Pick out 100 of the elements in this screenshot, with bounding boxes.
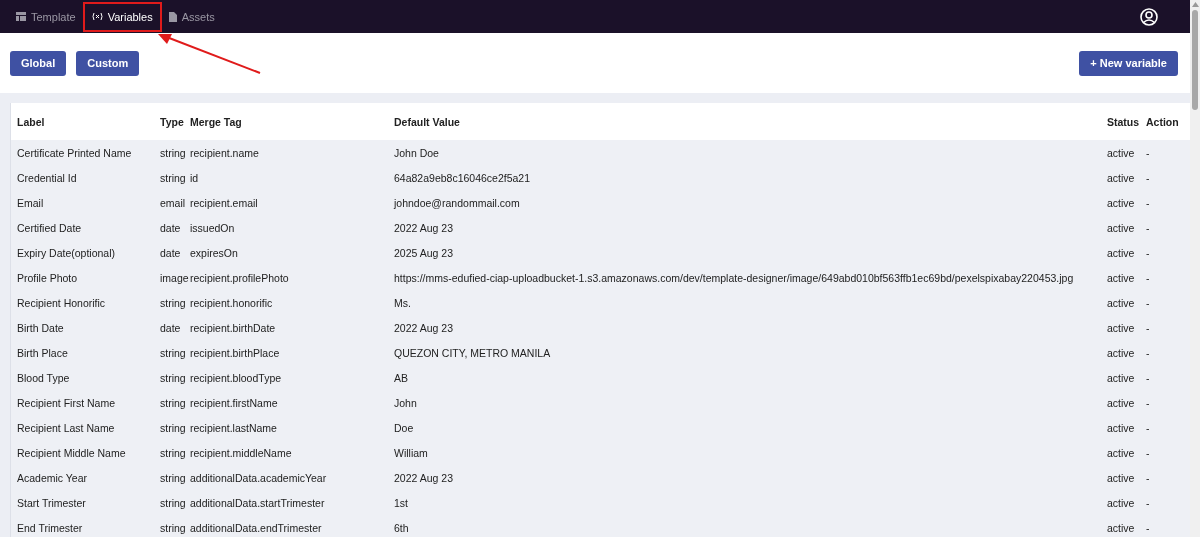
table-cell: recipient.birthPlace [184,340,388,365]
table-cell-text: - [1145,220,1151,236]
table-cell-text: email [159,195,184,211]
table-cell-text: johndoe@randommail.com [392,195,521,211]
table-cell: recipient.middleName [184,440,388,465]
table-cell-text: string [159,445,184,461]
new-variable-button[interactable]: + New variable [1079,50,1178,76]
table-cell-text: 2022 Aug 23 [393,320,454,336]
table-cell: additionalData.endTrimester [184,515,388,537]
table-cell: additionalData.startTrimester [184,490,388,515]
table-cell-text: active [1106,270,1136,286]
table-cell: additionalData.academicYear [184,465,388,490]
column-header: Merge Tag [184,103,388,140]
nav-tab[interactable]: Variables [85,6,159,27]
table-cell-text: Birth Place [16,345,69,361]
table-cell: string [154,140,184,165]
table-cell: Certificate Printed Name [11,140,154,165]
scrollbar[interactable] [1190,0,1200,537]
nav-tab[interactable]: Assets [162,6,221,27]
table-cell-text: string [159,295,184,311]
table-cell-text: active [1106,170,1136,186]
table-cell-text: - [1145,320,1151,336]
table-cell-text: - [1145,295,1151,311]
table-cell-text: string [159,420,184,436]
table-cell-text: 2022 Aug 23 [393,470,454,486]
table-cell-text: Recipient First Name [16,395,117,411]
table-cell-text: Certified Date [16,220,83,236]
scope-button[interactable]: Custom [76,50,140,76]
table-cell-text: string [159,495,184,511]
column-header: Status [1101,103,1140,140]
table-cell-text: - [1145,170,1151,186]
scroll-up-icon[interactable] [1191,2,1199,7]
table-cell-text: active [1106,370,1136,386]
table-cell: recipient.name [184,140,388,165]
table-cell-text: - [1145,470,1151,486]
table-cell-text: string [159,170,184,186]
table-cell-text: expiresOn [189,245,239,261]
table-cell: John Doe [388,140,1101,165]
table-cell-text: string [159,370,184,386]
scope-button[interactable]: Global [10,50,67,76]
table-cell-text: string [159,470,184,486]
table-cell-text: active [1106,320,1136,336]
table-cell-text: https://mms-edufied-ciap-uploadbucket-1.s3.amazonaws.com/dev/template-designer/image/649abd010bf563ffb1ec69bd/pexelspixabay220453.jpg [393,270,1075,286]
user-account-icon[interactable] [1140,7,1158,26]
table-cell: id [184,165,388,190]
table-cell-text: - [1145,420,1151,436]
table-cell-text: active [1106,445,1136,461]
table-cell-text: 64a82a9eb8c16046ce2f5a21 [393,170,532,186]
nav-tab[interactable]: Template [10,6,82,27]
table-cell-text: - [1145,445,1151,461]
table-cell-text: Birth Date [16,320,65,336]
table-cell-text: Recipient Middle Name [16,445,127,461]
table-cell-text: active [1106,420,1136,436]
table-cell-text: string [159,520,184,536]
table-cell-text: Doe [393,420,415,436]
column-header: Type [154,103,184,140]
table-cell-text: Profile Photo [16,270,79,286]
table-cell-text: QUEZON CITY, METRO MANILA [393,345,552,361]
table-cell: recipient.firstName [184,390,388,415]
table-cell-text: - [1145,195,1151,211]
table-cell-text: active [1106,395,1136,411]
table-cell-text: active [1106,345,1136,361]
table-cell-text: 2022 Aug 23 [393,220,454,236]
table-cell-text: End Trimester [16,520,84,536]
table-cell-text: Academic Year [16,470,89,486]
table-cell-text: date [159,320,182,336]
table-cell-text: active [1106,245,1136,261]
table-cell-text: William [393,445,429,461]
table-cell-text: - [1145,495,1151,511]
table-cell-text: 6th [393,520,410,536]
table-cell: - [1140,140,1190,165]
table-cell-text: Credential Id [16,170,78,186]
table-cell-text: Expiry Date(optional) [16,245,117,261]
table-cell-text: AB [393,370,409,386]
table-cell-text: Start Trimester [16,495,87,511]
column-header: Action [1140,103,1190,140]
variable-icon [91,12,103,21]
table-cell-text: issuedOn [189,220,236,236]
scrollbar-thumb[interactable] [1192,10,1198,110]
table-cell-text: active [1106,520,1136,536]
table-cell-text: active [1106,295,1136,311]
column-header: Label [11,103,154,140]
table-cell: recipient.honorific [184,290,388,315]
table-cell-text: - [1145,370,1151,386]
table-cell-text: active [1106,470,1136,486]
table-cell-text: Recipient Last Name [16,420,116,436]
table-cell-text: - [1145,245,1151,261]
table-cell-text: string [159,395,184,411]
table-cell-text: - [1145,520,1151,536]
table-cell-text: 2025 Aug 23 [393,245,454,261]
table-cell-text: Ms. [393,295,412,311]
table-cell-text: Email [16,195,45,211]
layout-icon [16,12,26,21]
table-cell-text: Recipient Honorific [16,295,107,311]
table-cell-text: string [159,345,184,361]
table-cell-text: - [1145,270,1151,286]
table-cell-text: date [159,245,182,261]
table-cell-text: date [159,220,182,236]
table-cell: recipient.lastName [184,415,388,440]
table-cell-text: 1st [393,495,409,511]
